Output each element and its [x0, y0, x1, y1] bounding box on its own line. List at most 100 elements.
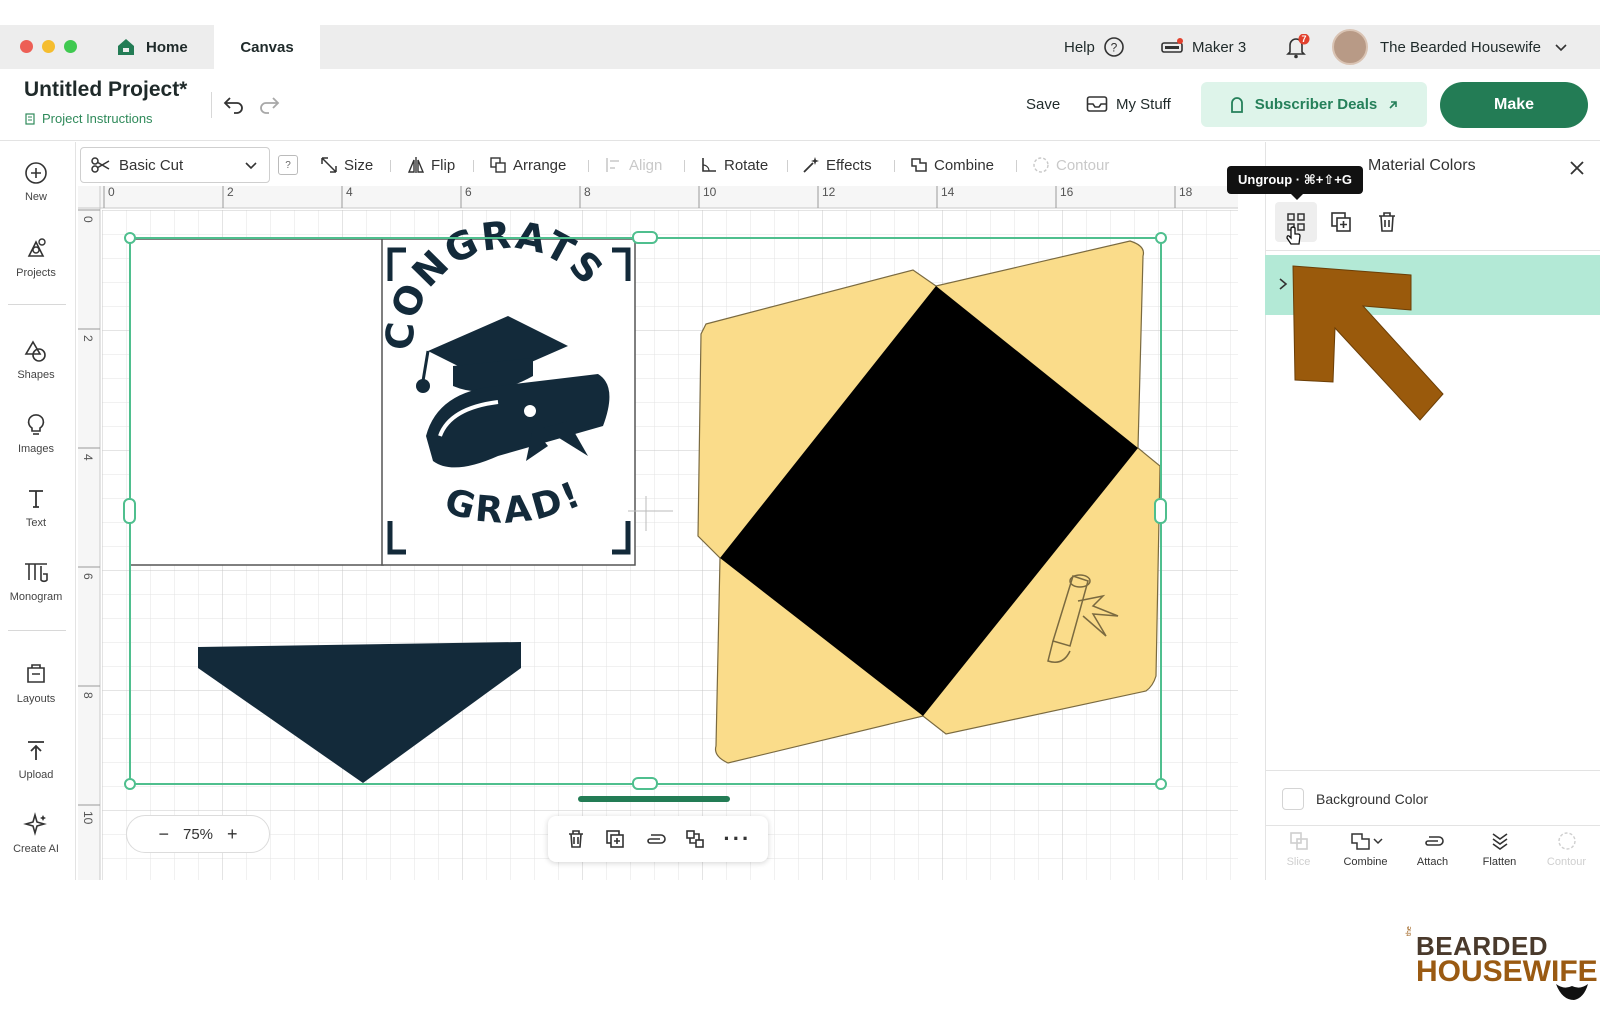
- tab-canvas[interactable]: Canvas: [214, 25, 320, 69]
- arrange-icon: [490, 157, 506, 173]
- top-ruler-label: 14: [941, 186, 955, 199]
- left-ruler-label: 8: [81, 692, 95, 699]
- operation-help-button[interactable]: ?: [278, 150, 298, 180]
- minimize-window-button[interactable]: [42, 40, 55, 53]
- align-icon: [606, 158, 619, 172]
- shapes-icon: [24, 340, 46, 362]
- save-button[interactable]: Save: [1026, 82, 1060, 126]
- operation-select[interactable]: Basic Cut: [80, 147, 270, 183]
- toolbar-divider: [473, 160, 474, 172]
- toolbar-divider: [390, 160, 391, 172]
- trash-icon[interactable]: [1375, 210, 1399, 234]
- help-button[interactable]: Help ?: [1064, 25, 1125, 69]
- help-label: Help: [1064, 38, 1095, 56]
- resize-handle[interactable]: [632, 777, 658, 790]
- slice-label: Slice: [1286, 856, 1311, 868]
- resize-handle[interactable]: [123, 498, 136, 524]
- canvas-surface[interactable]: 0 2 4 6 8 10 12 14 16 18 0246810 CONGRATS: [78, 186, 1238, 880]
- contour-label: Contour: [1056, 156, 1110, 174]
- undo-icon[interactable]: [222, 92, 246, 116]
- maximize-window-button[interactable]: [64, 40, 77, 53]
- trash-icon[interactable]: [565, 828, 587, 850]
- project-title[interactable]: Untitled Project*: [24, 78, 187, 102]
- close-panel-icon[interactable]: [1568, 159, 1586, 177]
- contour-button[interactable]: Contour: [1032, 150, 1109, 180]
- background-color-label: Background Color: [1316, 791, 1429, 807]
- combine-button[interactable]: Combine: [1332, 830, 1399, 880]
- resize-handle[interactable]: [1155, 232, 1167, 244]
- resize-handle[interactable]: [124, 232, 136, 244]
- arrange-button[interactable]: Arrange: [489, 150, 566, 180]
- tab-home-label: Home: [146, 38, 188, 56]
- flip-button[interactable]: Flip: [407, 150, 455, 180]
- flatten-button[interactable]: Flatten: [1466, 830, 1533, 880]
- sidebar-label-text: Text: [25, 517, 47, 529]
- resize-handle[interactable]: [1154, 498, 1167, 524]
- rotate-button[interactable]: Rotate: [700, 150, 768, 180]
- sidebar-divider: [8, 304, 66, 305]
- sidebar-item-layouts[interactable]: Layouts: [0, 662, 72, 705]
- contour-button[interactable]: Contour: [1533, 830, 1600, 880]
- magic-wand-icon: [803, 157, 819, 173]
- scissors-icon: [91, 157, 110, 173]
- machine-icon: [1161, 38, 1183, 53]
- zoom-out-button[interactable]: −: [158, 824, 169, 845]
- attach-button[interactable]: Attach: [1399, 830, 1466, 880]
- envelope-shape[interactable]: [697, 240, 1161, 764]
- background-color-toggle[interactable]: Background Color: [1282, 788, 1428, 810]
- sidebar-item-text[interactable]: Text: [0, 486, 72, 529]
- subscriber-deals-button[interactable]: Subscriber Deals: [1201, 82, 1427, 127]
- slice-button[interactable]: Slice: [1265, 830, 1332, 880]
- ungroup-tooltip: Ungroup · ⌘+⇧+G: [1227, 166, 1363, 200]
- sidebar-item-new[interactable]: New: [0, 160, 72, 203]
- effects-button[interactable]: Effects: [802, 150, 872, 180]
- more-options-button[interactable]: ···: [723, 826, 751, 852]
- sidebar-item-images[interactable]: Images: [0, 412, 72, 455]
- make-button[interactable]: Make: [1440, 82, 1588, 128]
- attach-label: Attach: [1416, 856, 1449, 868]
- resize-handle[interactable]: [632, 231, 658, 244]
- combine-button[interactable]: Combine: [910, 150, 994, 180]
- notifications-button[interactable]: 7: [1284, 25, 1310, 69]
- top-ruler-label: 16: [1060, 186, 1074, 199]
- design-canvas[interactable]: 0 2 4 6 8 10 12 14 16 18 0 2 4 6 8 10 CONGRATS: [78, 186, 1238, 880]
- card-left-panel[interactable]: [129, 238, 384, 566]
- align-button[interactable]: Align: [605, 150, 662, 180]
- beard-icon: [1556, 984, 1588, 1000]
- redo-icon[interactable]: [257, 92, 281, 116]
- ungroup-icon[interactable]: [684, 828, 706, 850]
- resize-handle[interactable]: [124, 778, 136, 790]
- tab-home[interactable]: Home: [104, 25, 212, 69]
- sidebar-item-monogram[interactable]: Monogram: [0, 560, 72, 603]
- sidebar-item-create-ai[interactable]: Create AI: [0, 812, 72, 855]
- notification-count: 7: [1301, 34, 1307, 44]
- duplicate-icon[interactable]: [604, 828, 626, 850]
- sidebar-item-shapes[interactable]: Shapes: [0, 338, 72, 381]
- my-stuff-button[interactable]: My Stuff: [1086, 82, 1171, 126]
- sidebar-item-upload[interactable]: Upload: [0, 738, 72, 781]
- contour-icon: [1557, 832, 1576, 850]
- left-ruler-label: 0: [81, 216, 95, 223]
- my-stuff-label: My Stuff: [1116, 95, 1171, 113]
- background-color-checkbox[interactable]: [1282, 788, 1304, 810]
- resize-handle[interactable]: [1155, 778, 1167, 790]
- left-ruler: [78, 186, 100, 880]
- sidebar-label-new: New: [24, 191, 47, 203]
- duplicate-icon[interactable]: [1329, 210, 1353, 234]
- panel-title[interactable]: Material Colors: [1368, 157, 1476, 175]
- document-icon: [25, 112, 35, 125]
- monogram-icon: [25, 563, 48, 583]
- header-divider: [211, 92, 212, 118]
- project-instructions-link[interactable]: Project Instructions: [24, 111, 153, 126]
- close-window-button[interactable]: [20, 40, 33, 53]
- size-button[interactable]: Size: [320, 150, 373, 180]
- machine-selector[interactable]: Maker 3: [1160, 25, 1246, 69]
- sidebar-label-upload: Upload: [18, 769, 54, 781]
- floating-action-bar: ···: [548, 816, 768, 862]
- user-menu[interactable]: The Bearded Housewife: [1332, 25, 1569, 69]
- sidebar-item-projects[interactable]: Projects: [0, 236, 72, 279]
- attach-icon[interactable]: [643, 828, 667, 850]
- brand-the: the: [1406, 926, 1413, 936]
- zoom-in-button[interactable]: +: [227, 824, 238, 845]
- contour-label: Contour: [1546, 856, 1587, 868]
